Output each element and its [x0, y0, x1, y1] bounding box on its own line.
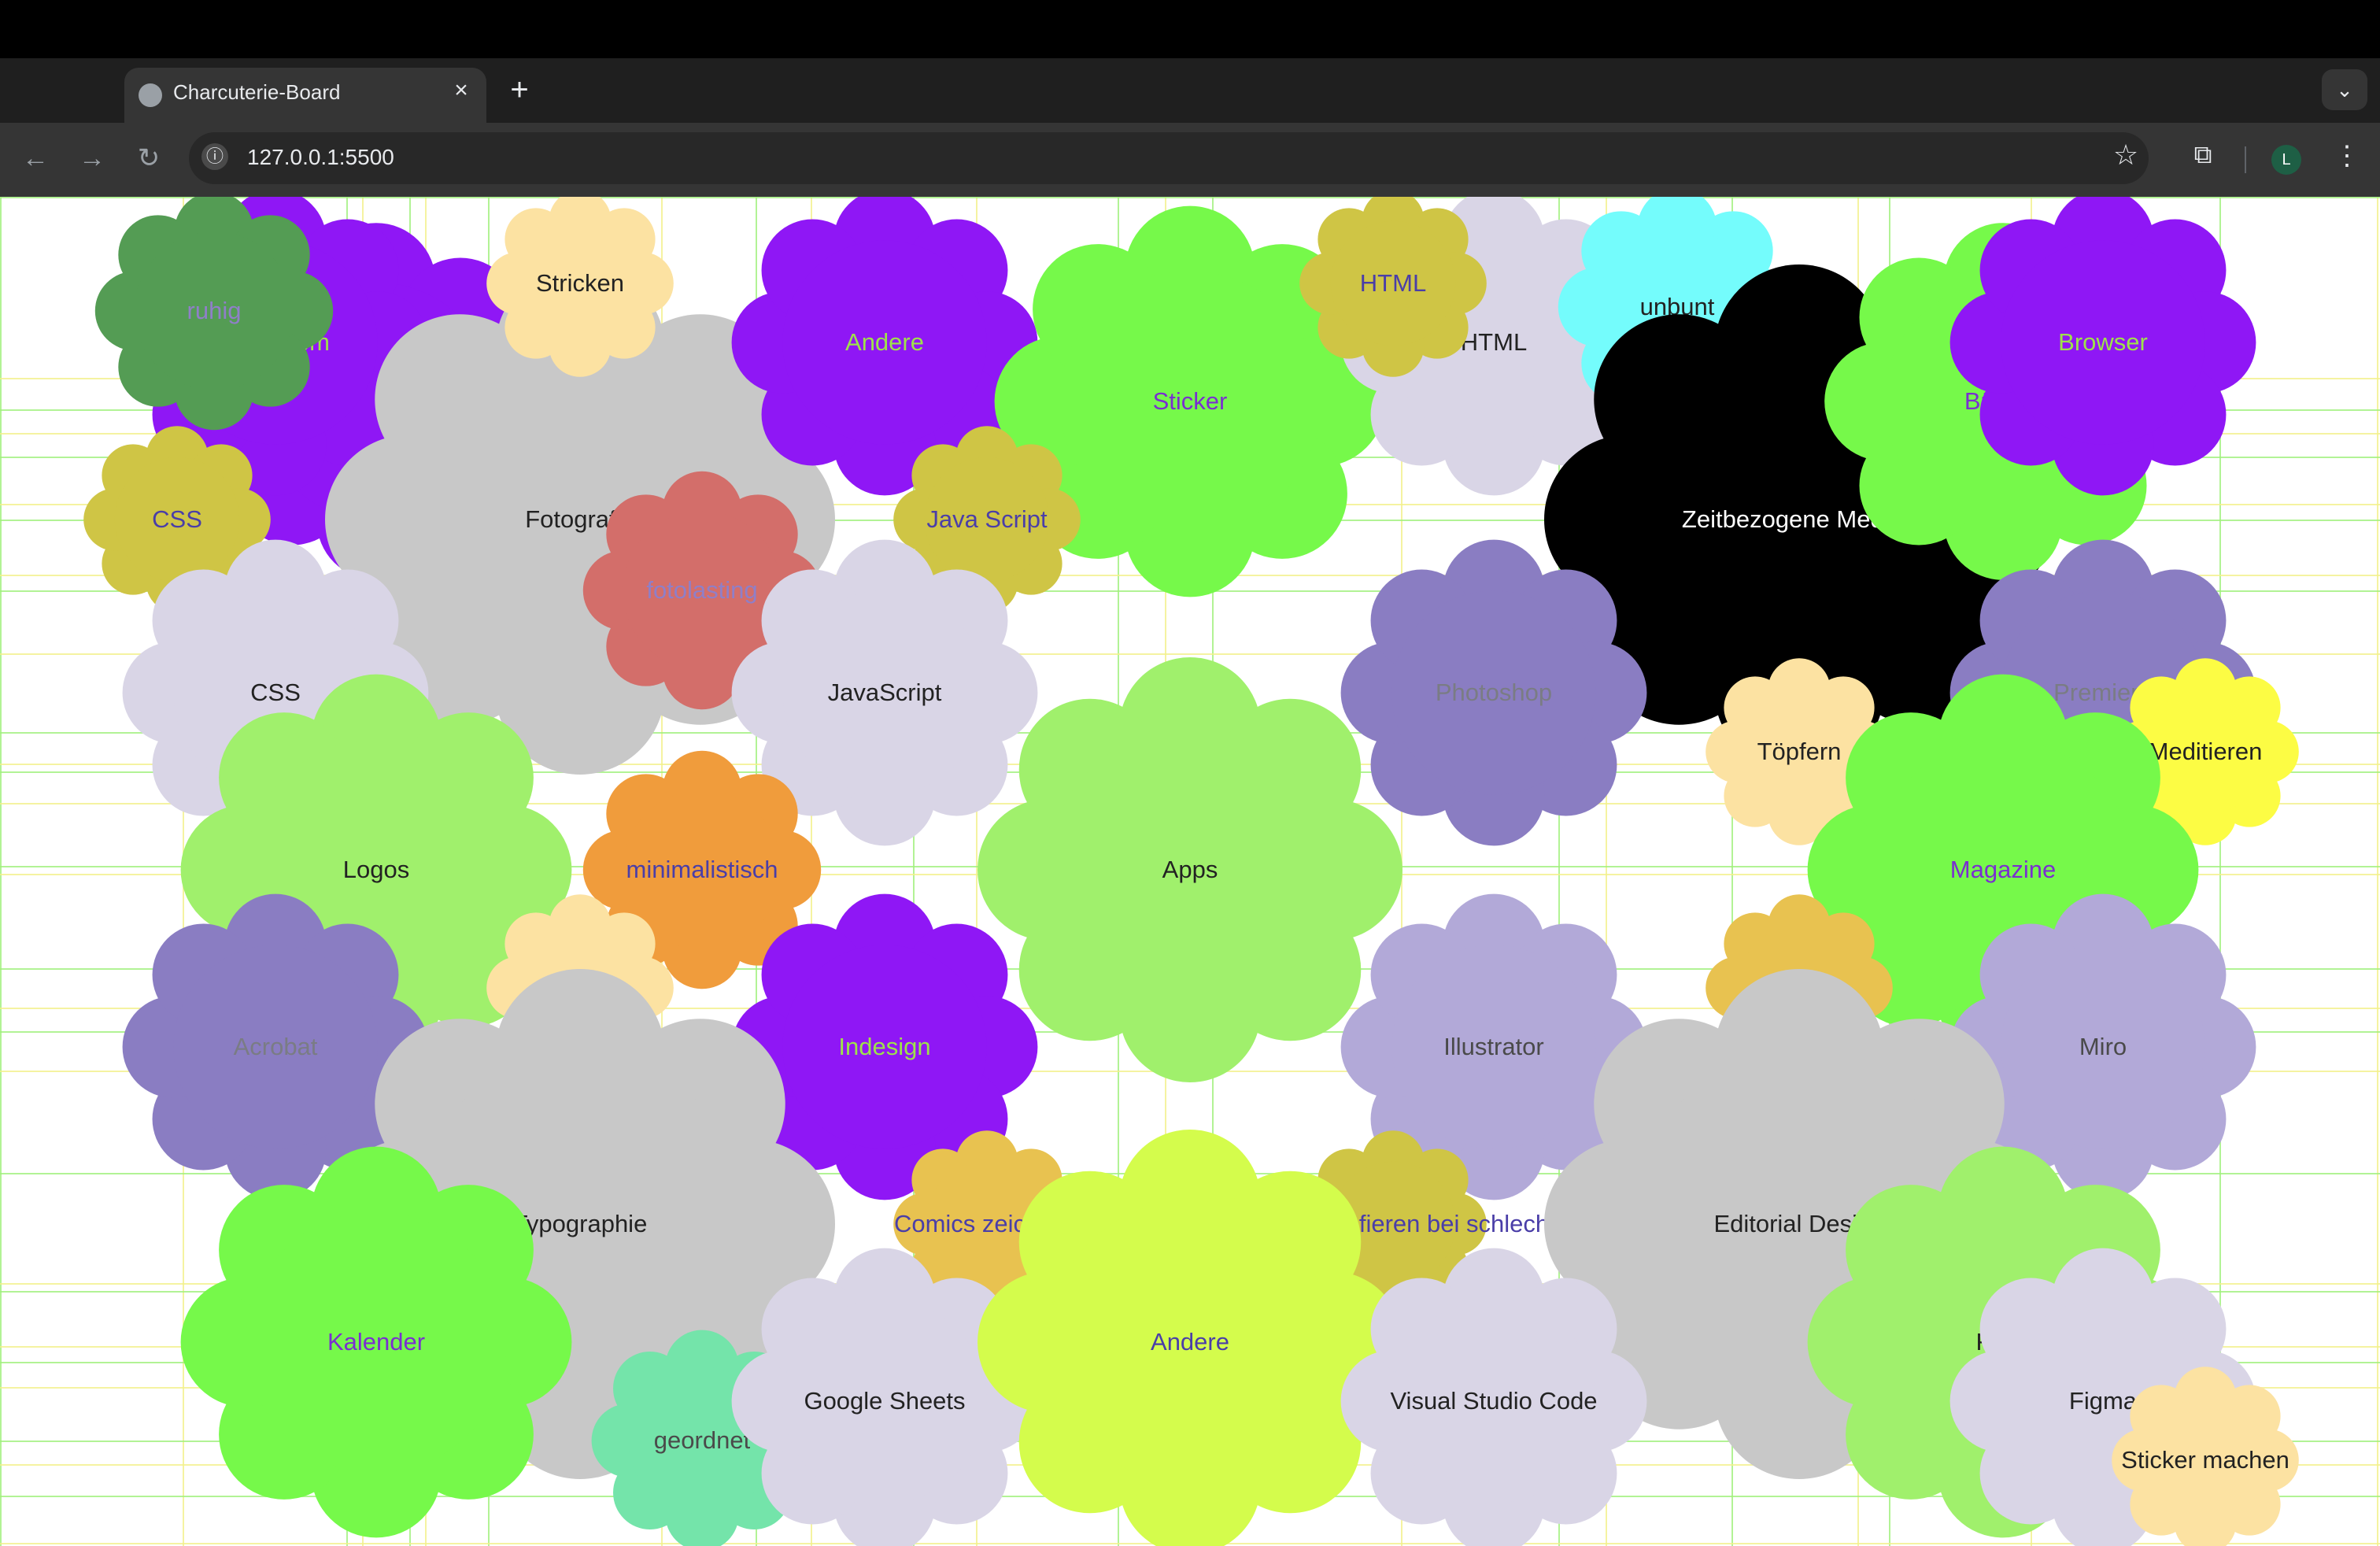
tag-flower[interactable]: Photoshop: [1340, 539, 1647, 846]
tag-flower[interactable]: Browser: [1949, 197, 2256, 496]
profile-avatar[interactable]: L: [2271, 145, 2301, 175]
browser-menu-button[interactable]: ⋮: [2331, 140, 2363, 172]
flower-label: Visual Studio Code: [1390, 1387, 1598, 1415]
tag-flower[interactable]: Visual Studio Code: [1340, 1248, 1647, 1546]
tab-search-button[interactable]: ⌄: [2322, 69, 2367, 110]
page-viewport: PlakateLightroomruhigFotografieStrickenA…: [0, 197, 2380, 1546]
flower-label: Logos: [342, 856, 410, 883]
bookmark-star-icon[interactable]: ☆: [2106, 139, 2145, 172]
flower-label: HTML: [1359, 269, 1427, 297]
forward-button[interactable]: →: [72, 139, 112, 178]
grid-line-vertical: [0, 197, 2, 1546]
tag-flower[interactable]: Apps: [978, 657, 1402, 1082]
grid-line-horizontal: [0, 197, 2380, 198]
reload-button[interactable]: ↻: [129, 139, 168, 178]
site-info-icon[interactable]: ⓘ: [201, 143, 228, 170]
url-text[interactable]: 127.0.0.1:5500: [247, 145, 394, 170]
tag-flower[interactable]: Andere: [978, 1130, 1402, 1546]
flower-label: minimalistisch: [626, 856, 778, 883]
tag-flower[interactable]: Stricken: [486, 197, 674, 377]
active-tab[interactable]: Charcuterie-Board ×: [124, 68, 486, 123]
tag-flower[interactable]: ruhig: [94, 197, 334, 431]
window-top-bar: [0, 0, 2380, 58]
back-button[interactable]: ←: [16, 139, 55, 178]
flower-label: Andere: [845, 328, 924, 356]
tag-flower[interactable]: Sticker machen: [2112, 1367, 2299, 1546]
flower-label: Magazine: [1949, 856, 2057, 883]
flower-label: CSS: [152, 505, 202, 533]
tab-close-icon[interactable]: ×: [447, 77, 475, 104]
address-bar[interactable]: ⓘ 127.0.0.1:5500: [189, 132, 2149, 184]
new-tab-button[interactable]: +: [504, 72, 535, 108]
flower-label: Sticker machen: [2121, 1446, 2289, 1474]
flower-label: Browser: [2058, 328, 2148, 356]
flower-label: Apps: [1162, 856, 1218, 883]
flower-label: Andere: [1151, 1328, 1229, 1356]
flower-label: Java Script: [926, 505, 1048, 533]
flower-label: Stricken: [536, 269, 624, 297]
flower-label: Kalender: [327, 1328, 426, 1356]
globe-icon: [139, 83, 162, 107]
toolbar-divider: [2245, 146, 2246, 173]
tag-flower[interactable]: Kalender: [180, 1146, 572, 1538]
tag-flower[interactable]: HTML: [1299, 197, 1487, 377]
flower-label: ruhig: [187, 297, 242, 324]
extensions-icon[interactable]: ⧉: [2185, 140, 2221, 176]
tab-title: Charcuterie-Board: [173, 80, 341, 104]
grid-line-vertical: [2377, 197, 2378, 1546]
tag-flower[interactable]: Google Sheets: [731, 1248, 1038, 1546]
flower-label: Sticker: [1152, 387, 1228, 415]
